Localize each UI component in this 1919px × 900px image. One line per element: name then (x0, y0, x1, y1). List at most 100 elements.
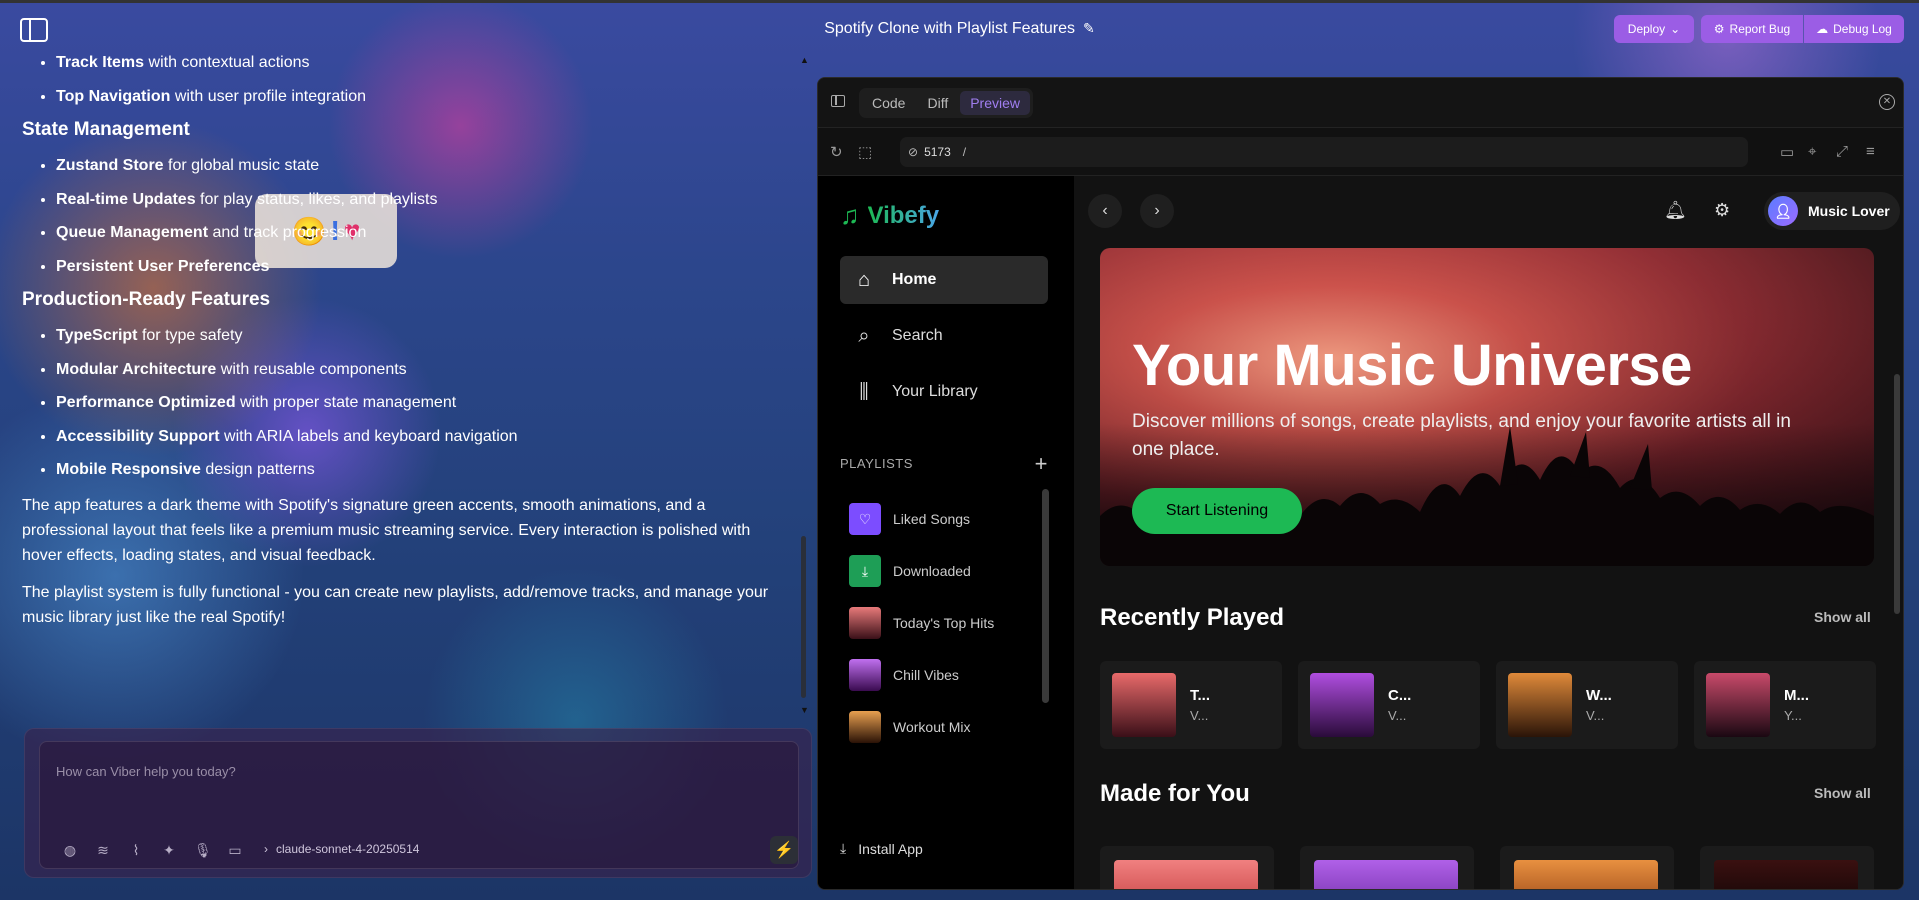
stack-icon[interactable]: ≋ (95, 842, 111, 858)
send-bolt-button[interactable]: ⚡ (770, 836, 798, 864)
user-menu[interactable]: 👤︎ Music Lover (1764, 192, 1900, 230)
port-plug-icon: ⊘ (908, 145, 919, 159)
card-subtitle: V... (1190, 708, 1209, 723)
menu-icon[interactable]: ≡ (1866, 143, 1875, 160)
app-main: ‹ › 🔔︎ ⚙ 👤︎ Music Lover Your Music Univer… (1074, 176, 1903, 889)
reload-icon[interactable]: ↻ (830, 143, 843, 161)
panel-toggle-icon[interactable] (831, 95, 845, 107)
made-card[interactable] (1100, 846, 1274, 889)
playlist-label: Downloaded (893, 563, 971, 579)
list-item-bold: Queue Management (56, 224, 209, 241)
playlists-header-label: PLAYLISTS (840, 456, 913, 471)
model-name: claude-sonnet-4-20250514 (276, 842, 420, 856)
list-item-text: with reusable components (216, 360, 407, 378)
sidebar-item-search[interactable]: ⌕ Search (840, 312, 1048, 360)
report-bug-button[interactable]: ⚙ Report Bug (1701, 15, 1803, 43)
chat-scrollbar-thumb[interactable] (801, 536, 806, 698)
playlist-cover (849, 659, 881, 691)
install-app-button[interactable]: ⤓ Install App (840, 840, 923, 857)
scroll-down-arrow-icon[interactable]: ▼ (800, 705, 809, 715)
made-card[interactable] (1300, 846, 1474, 889)
chat-icon[interactable]: ▭ (227, 842, 243, 858)
close-icon[interactable]: ✕ (1879, 94, 1895, 110)
recent-card[interactable]: M... Y... (1694, 661, 1876, 749)
model-selector[interactable]: › claude-sonnet-4-20250514 (264, 842, 419, 856)
inspect-cursor-icon[interactable]: ⌖ (1808, 143, 1816, 160)
sidebar-item-label: Home (892, 271, 937, 288)
list-item-bold: Modular Architecture (56, 360, 217, 378)
playlist-item[interactable]: ⤓ Downloaded (849, 554, 971, 588)
show-all-link[interactable]: Show all (1814, 785, 1871, 801)
composer-toolbar: ◍ ≋ ⌇ ✦ 🎙 ▭ (62, 842, 243, 858)
forward-button[interactable]: › (1140, 194, 1174, 228)
recent-card[interactable]: T... V... (1100, 661, 1282, 749)
tab-preview[interactable]: Preview (960, 91, 1031, 115)
microphone-icon[interactable]: 🎙 (194, 842, 212, 858)
album-cover (1310, 673, 1374, 737)
tab-diff[interactable]: Diff (917, 91, 958, 115)
app-preview: ♫ Vibefy ⌂ Home ⌕ Search ⫼ Your Library PLAY… (818, 176, 1903, 889)
sidebar-item-home[interactable]: ⌂ Home (840, 256, 1048, 304)
recently-played-title: Recently Played (1100, 604, 1285, 631)
playlist-item[interactable]: Workout Mix (849, 710, 971, 744)
album-cover (1514, 860, 1658, 889)
list-item-text: and track progression (208, 224, 367, 241)
music-note-icon: ♫ (840, 200, 860, 230)
list-item-text: with ARIA labels and keyboard navigation (219, 427, 518, 445)
album-cover (1314, 860, 1458, 889)
album-cover (1114, 860, 1258, 889)
debug-log-button[interactable]: ☁ Debug Log (1804, 15, 1904, 43)
bell-icon[interactable]: 🔔︎ (1664, 200, 1687, 221)
list-item: TypeScript for type safety (56, 325, 794, 347)
album-cover (1714, 860, 1858, 889)
select-area-icon[interactable]: ⬚ (858, 143, 872, 161)
deploy-label: Deploy (1627, 22, 1666, 36)
paperclip-icon[interactable]: ⌇ (128, 842, 144, 858)
prompt-input[interactable]: How can Viber help you today? ◍ ≋ ⌇ ✦ 🎙 … (39, 741, 799, 869)
show-all-link[interactable]: Show all (1814, 609, 1871, 625)
list-item: Top Navigation with user profile integra… (56, 86, 794, 108)
app-logo[interactable]: ♫ Vibefy (840, 200, 939, 231)
card-subtitle: V... (1586, 708, 1605, 723)
recent-card[interactable]: W... V... (1496, 661, 1678, 749)
start-listening-button[interactable]: Start Listening (1132, 488, 1302, 534)
list-item-bold: Persistent User Preferences (56, 257, 270, 275)
list-item-text: with user profile integration (170, 87, 367, 105)
list-item: Modular Architecture with reusable compo… (56, 359, 794, 381)
bolt-icon: ⚡ (774, 842, 794, 859)
card-title: C... (1388, 687, 1412, 704)
fullscreen-icon[interactable]: ⤢ (1836, 143, 1848, 160)
add-playlist-icon[interactable]: + (1035, 451, 1048, 477)
deploy-button[interactable]: Deploy ⌄ (1614, 15, 1694, 43)
cloud-icon: ☁ (1816, 22, 1829, 36)
playlist-item[interactable]: Chill Vibes (849, 658, 959, 692)
playlist-label: Workout Mix (893, 719, 971, 735)
playlist-item[interactable]: Today's Top Hits (849, 606, 994, 640)
gear-icon[interactable]: ⚙ (1714, 200, 1730, 221)
prompt-placeholder: How can Viber help you today? (56, 764, 236, 779)
made-card[interactable] (1500, 846, 1674, 889)
chat-scrollbar[interactable] (800, 58, 808, 713)
debug-log-label: Debug Log (1833, 22, 1892, 36)
heart-icon: ♡ (849, 503, 881, 535)
sidebar-item-label: Search (892, 327, 943, 344)
list-item: Performance Optimized with proper state … (56, 392, 794, 414)
device-toggle-icon[interactable]: ▭ (1780, 143, 1794, 161)
main-scrollbar[interactable] (1894, 374, 1900, 614)
recent-card[interactable]: C... V... (1298, 661, 1480, 749)
card-title: T... (1190, 687, 1211, 704)
palette-icon[interactable]: ◍ (62, 842, 78, 858)
tab-code[interactable]: Code (862, 91, 915, 115)
made-card[interactable] (1700, 846, 1874, 889)
playlist-item[interactable]: ♡ Liked Songs (849, 502, 970, 536)
back-button[interactable]: ‹ (1088, 194, 1122, 228)
edit-pencil-icon[interactable]: ✎ (1083, 20, 1095, 36)
list-item-text: design patterns (200, 461, 315, 478)
sidebar-item-library[interactable]: ⫼ Your Library (840, 368, 1048, 416)
production-list: TypeScript for type safety Modular Archi… (22, 325, 794, 481)
playlist-cover (849, 711, 881, 743)
playlist-scrollbar[interactable] (1042, 489, 1049, 703)
address-bar[interactable]: ⊘ 5173 / (900, 137, 1748, 167)
sparkle-icon[interactable]: ✦ (161, 842, 177, 858)
top-bar: Spotify Clone with Playlist Features ✎ De… (0, 3, 1919, 55)
